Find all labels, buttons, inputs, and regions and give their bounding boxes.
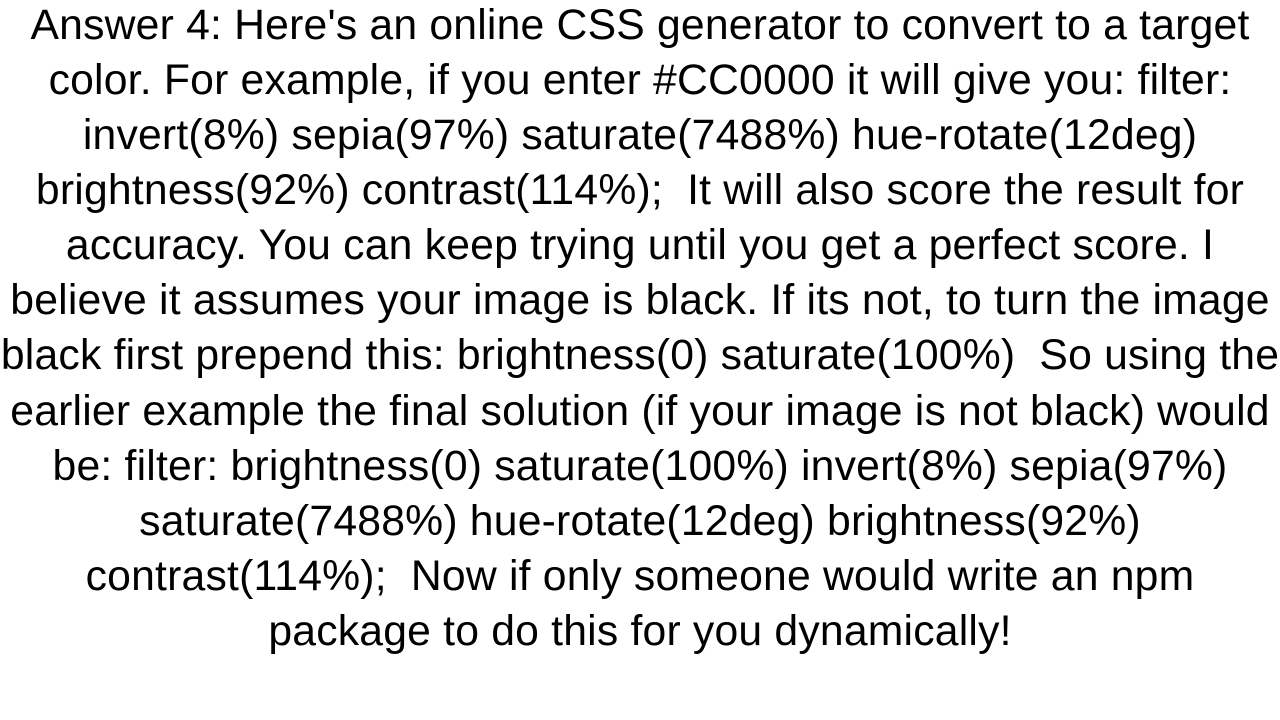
answer-body-text: Answer 4: Here's an online CSS generator… xyxy=(0,0,1280,659)
document-viewport: Answer 4: Here's an online CSS generator… xyxy=(0,0,1280,720)
